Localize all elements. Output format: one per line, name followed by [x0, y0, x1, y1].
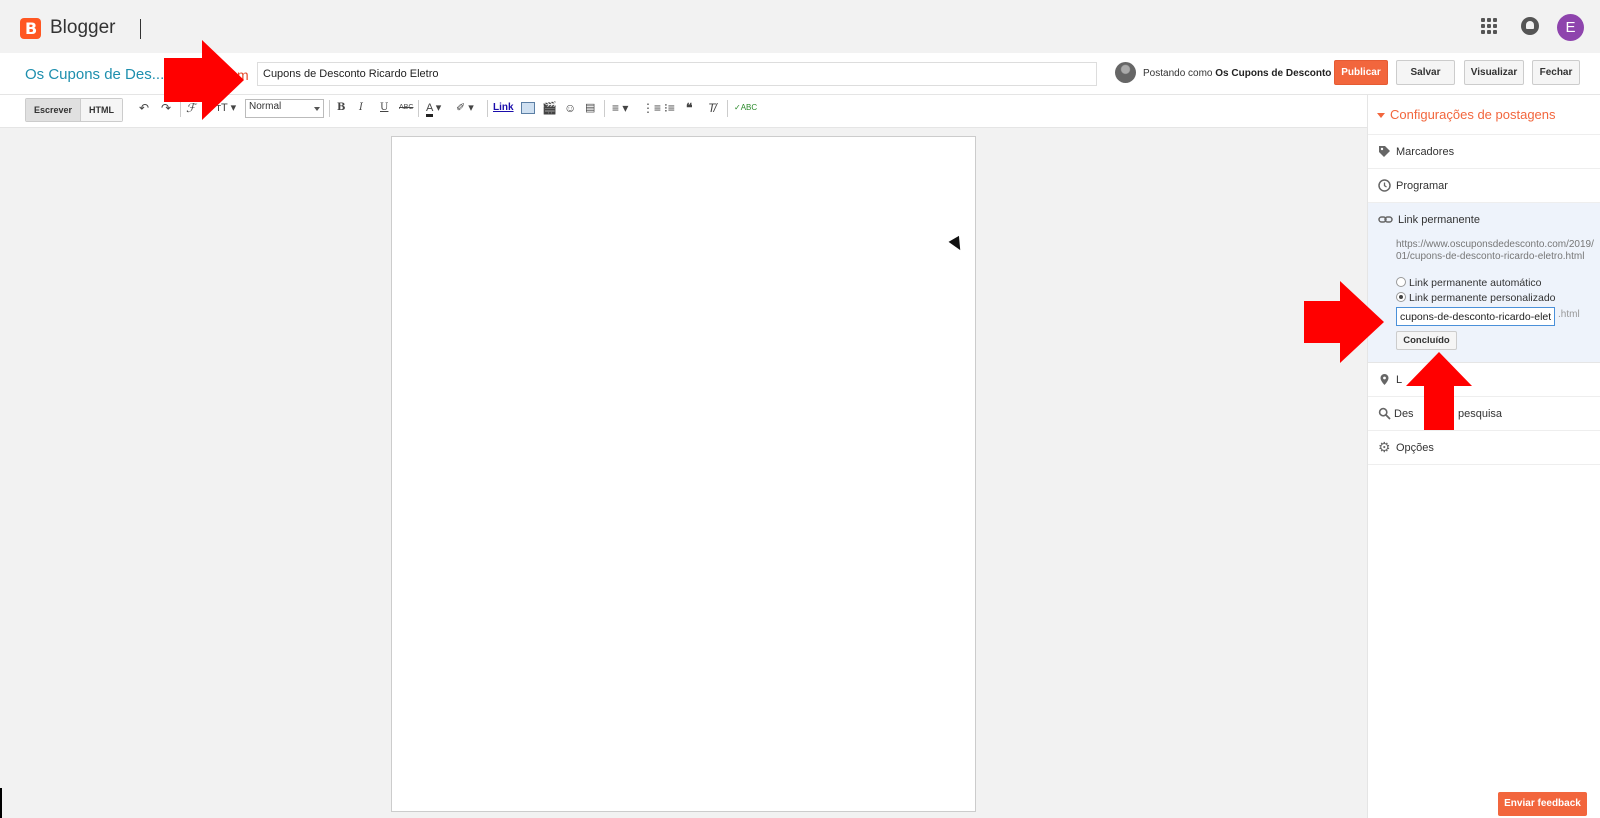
post-body-editor[interactable]	[391, 136, 976, 812]
gear-icon: ⚙	[1378, 439, 1391, 455]
strikethrough-button[interactable]: ABC	[399, 101, 413, 115]
post-settings-header[interactable]: Configurações de postagens	[1368, 95, 1600, 135]
publish-button[interactable]: Publicar	[1334, 60, 1388, 85]
brand-divider	[140, 19, 141, 39]
send-feedback-button[interactable]: Enviar feedback	[1498, 792, 1587, 816]
clock-icon	[1378, 179, 1391, 192]
insert-link-button[interactable]: Link	[493, 101, 514, 115]
post-title-input[interactable]	[257, 62, 1097, 86]
radio-checked-icon	[1396, 292, 1406, 302]
italic-button[interactable]: I	[359, 101, 363, 115]
jump-break-icon[interactable]: ▤	[585, 101, 595, 115]
sidebar-item-label: Programar	[1396, 180, 1448, 192]
permalink-slug-input[interactable]	[1396, 307, 1555, 326]
text-color-icon[interactable]: A ▾	[426, 101, 441, 117]
permalink-auto-option[interactable]: Link permanente automático	[1396, 277, 1542, 289]
user-avatar-icon	[1115, 62, 1136, 83]
sidebar-item-location[interactable]: L	[1368, 363, 1600, 397]
mode-switch: Escrever HTML	[25, 98, 124, 122]
emoji-icon[interactable]: ☺	[564, 101, 576, 115]
sidebar-item-label: Marcadores	[1396, 146, 1455, 158]
compose-mode-button[interactable]: Escrever	[26, 99, 82, 121]
clear-formatting-icon[interactable]: T̸	[708, 101, 715, 115]
paragraph-format-select[interactable]: Normal	[245, 99, 324, 118]
permalink-suffix: .html	[1558, 309, 1580, 320]
location-pin-icon	[1378, 373, 1391, 386]
brand-name[interactable]: Blogger	[50, 17, 116, 39]
preview-button[interactable]: Visualizar	[1464, 60, 1524, 85]
arrow-right-annotation-icon	[164, 40, 244, 120]
edge-marker	[0, 788, 2, 818]
insert-video-icon[interactable]: 🎬	[542, 101, 557, 115]
toolbar-divider	[727, 100, 728, 117]
toolbar-divider	[487, 100, 488, 117]
permalink-url: https://www.oscuponsdedesconto.com/2019/…	[1396, 239, 1594, 262]
numbered-list-icon[interactable]: ⋮≡	[642, 101, 661, 115]
posting-as-text: Postando como Os Cupons de Desconto	[1143, 68, 1331, 79]
apps-grid-icon[interactable]	[1481, 18, 1497, 34]
underline-button[interactable]: U	[380, 101, 388, 115]
undo-icon[interactable]: ↶	[139, 101, 149, 115]
radio-icon	[1396, 277, 1406, 287]
blogger-logo-icon[interactable]: B	[20, 18, 41, 39]
done-button[interactable]: Concluído	[1396, 331, 1457, 350]
account-avatar[interactable]: E	[1557, 14, 1584, 41]
bold-button[interactable]: B	[337, 101, 345, 115]
posting-as-name: Os Cupons de Desconto	[1215, 68, 1332, 79]
permalink-custom-option[interactable]: Link permanente personalizado	[1396, 292, 1556, 304]
html-mode-button[interactable]: HTML	[81, 99, 123, 121]
toolbar-divider	[329, 100, 330, 117]
tag-icon	[1378, 145, 1391, 158]
permalink-title[interactable]: Link permanente	[1398, 214, 1480, 226]
insert-image-icon[interactable]	[521, 102, 535, 114]
spellcheck-icon[interactable]: ✓ABC	[734, 101, 757, 115]
posting-as-label: Postando como	[1143, 68, 1213, 79]
toolbar-divider	[418, 100, 419, 117]
editor-area	[0, 128, 1367, 818]
save-button[interactable]: Salvar	[1396, 60, 1455, 85]
highlight-color-icon[interactable]: ✐ ▾	[456, 101, 474, 115]
sidebar-item-options[interactable]: ⚙ Opções	[1368, 431, 1600, 465]
align-icon[interactable]: ≡ ▾	[612, 101, 628, 115]
paragraph-format-value: Normal	[249, 101, 282, 112]
caret-down-icon	[1377, 113, 1385, 122]
sidebar-item-search-description[interactable]: Des pesquisa	[1368, 397, 1600, 431]
search-icon	[1378, 407, 1391, 420]
permalink-custom-label: Link permanente personalizado	[1409, 292, 1556, 304]
link-icon	[1378, 213, 1393, 226]
quote-icon[interactable]: ❝	[686, 101, 692, 115]
toolbar-divider	[604, 100, 605, 117]
arrow-right-annotation-icon	[1304, 281, 1384, 363]
bullet-list-icon[interactable]: ⁝≡	[664, 101, 675, 115]
post-settings-sidebar: Configurações de postagens Marcadores Pr…	[1367, 95, 1600, 818]
blog-name-link[interactable]: Os Cupons de Des...	[25, 66, 164, 83]
post-settings-title: Configurações de postagens	[1390, 107, 1556, 122]
sidebar-item-labels[interactable]: Marcadores	[1368, 135, 1600, 169]
notifications-bell-icon[interactable]	[1521, 17, 1539, 35]
sidebar-item-label: Opções	[1396, 442, 1434, 454]
sidebar-item-schedule[interactable]: Programar	[1368, 169, 1600, 203]
permalink-auto-label: Link permanente automático	[1409, 277, 1542, 289]
close-button[interactable]: Fechar	[1532, 60, 1580, 85]
sidebar-item-label: L	[1396, 374, 1403, 386]
arrow-up-annotation-icon	[1406, 352, 1472, 430]
